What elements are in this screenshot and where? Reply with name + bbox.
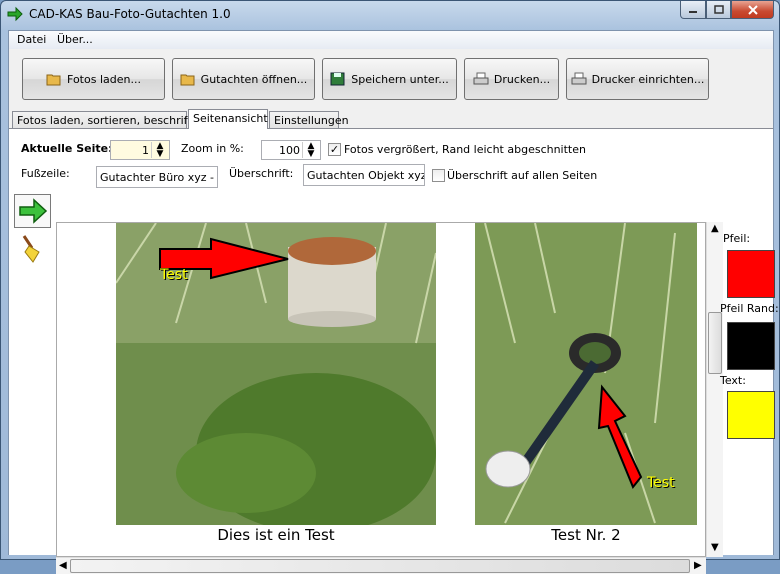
aktuelle-seite-spinner[interactable]: 1 ▲ ▼ bbox=[110, 140, 170, 160]
pfeil-label: Pfeil: bbox=[723, 232, 751, 245]
text-color-swatch[interactable] bbox=[727, 391, 775, 439]
window-title: CAD-KAS Bau-Foto-Gutachten 1.0 bbox=[29, 7, 231, 21]
pfeil-rand-label: Pfeil Rand: bbox=[720, 302, 779, 315]
speichern-unter-label: Speichern unter... bbox=[351, 72, 449, 86]
text-color-label: Text: bbox=[720, 374, 746, 387]
minimize-button[interactable] bbox=[680, 1, 706, 19]
client-area: Datei Über... Fotos laden... Gutachten ö… bbox=[8, 30, 779, 574]
page-preview[interactable]: Test Dies ist ein Test Test Test Nr. 2 bbox=[56, 222, 706, 557]
vertical-scrollbar[interactable]: ▲ ▼ bbox=[706, 222, 723, 557]
maximize-icon bbox=[713, 5, 724, 14]
ueberschrift-label: Überschrift: bbox=[229, 167, 294, 180]
photo-1-caption: Dies ist ein Test bbox=[217, 526, 335, 544]
drucken-label: Drucken... bbox=[493, 72, 551, 86]
photo-1-annotation: Test bbox=[160, 267, 188, 283]
seitenansicht-panel: Aktuelle Seite: 1 ▲ ▼ Zoom in %: 100 ▲ ▼ ✓… bbox=[9, 128, 779, 574]
broom-tool-button[interactable] bbox=[14, 232, 51, 266]
arrow-tool-button[interactable] bbox=[14, 194, 51, 228]
photo-2[interactable]: Test bbox=[475, 223, 697, 525]
photo-2-annotation: Test bbox=[647, 475, 675, 491]
zoom-value: 100 bbox=[279, 144, 300, 157]
save-icon bbox=[330, 72, 345, 86]
pfeil-rand-color-swatch[interactable] bbox=[727, 322, 775, 370]
fotos-vergroessert-checkbox[interactable]: ✓ bbox=[328, 143, 341, 156]
broom-icon bbox=[22, 235, 40, 263]
arrow-tool-icon bbox=[18, 198, 47, 224]
photo-1[interactable]: Test bbox=[116, 223, 436, 525]
printer-icon bbox=[473, 72, 489, 85]
photo-2-caption: Test Nr. 2 bbox=[551, 526, 621, 544]
vertical-scroll-thumb[interactable] bbox=[708, 312, 722, 374]
close-button[interactable] bbox=[731, 1, 774, 19]
spinner-arrows-icon[interactable]: ▲ ▼ bbox=[151, 142, 168, 159]
fotos-vergroessert-label: Fotos vergrößert, Rand leicht abgeschnit… bbox=[344, 143, 586, 156]
tab-seitenansicht[interactable]: Seitenansicht bbox=[188, 109, 268, 129]
tab-einstellungen[interactable]: Einstellungen bbox=[269, 111, 349, 128]
folder-icon bbox=[180, 74, 195, 86]
ueberschrift-alle-checkbox[interactable] bbox=[432, 169, 445, 182]
spinner-arrows-icon[interactable]: ▲ ▼ bbox=[302, 142, 319, 159]
aktuelle-seite-value: 1 bbox=[142, 144, 149, 157]
zoom-label: Zoom in %: bbox=[181, 142, 244, 155]
ueberschrift-alle-label: Überschrift auf allen Seiten bbox=[447, 169, 598, 182]
fusszeile-input[interactable]: Gutachter Büro xyz - Se bbox=[96, 166, 218, 188]
drucker-einrichten-label: Drucker einrichten... bbox=[591, 72, 705, 86]
scroll-down-icon[interactable]: ▼ bbox=[711, 542, 719, 553]
speichern-unter-button[interactable]: Speichern unter... bbox=[322, 58, 457, 100]
drucken-button[interactable]: Drucken... bbox=[464, 58, 559, 100]
gutachten-oeffnen-button[interactable]: Gutachten öffnen... bbox=[172, 58, 315, 100]
fotos-laden-label: Fotos laden... bbox=[67, 72, 141, 86]
menu-bar: Datei Über... bbox=[9, 31, 773, 49]
aktuelle-seite-label: Aktuelle Seite: bbox=[21, 142, 113, 155]
title-bar[interactable]: CAD-KAS Bau-Foto-Gutachten 1.0 bbox=[1, 1, 779, 29]
folder-icon bbox=[46, 74, 61, 86]
app-window: CAD-KAS Bau-Foto-Gutachten 1.0 Datei Übe… bbox=[0, 0, 780, 574]
zoom-spinner[interactable]: 100 ▲ ▼ bbox=[261, 140, 321, 160]
pfeil-color-swatch[interactable] bbox=[727, 250, 775, 298]
scroll-left-icon[interactable]: ◀ bbox=[59, 560, 67, 571]
ueberschrift-input[interactable]: Gutachten Objekt xyz bbox=[303, 164, 425, 186]
horizontal-scroll-thumb[interactable] bbox=[70, 559, 690, 573]
maximize-button[interactable] bbox=[706, 1, 731, 19]
printer-icon bbox=[571, 72, 587, 85]
menu-datei[interactable]: Datei bbox=[17, 33, 46, 46]
drucker-einrichten-button[interactable]: Drucker einrichten... bbox=[566, 58, 709, 100]
scroll-right-icon[interactable]: ▶ bbox=[694, 560, 702, 571]
app-arrow-icon bbox=[7, 6, 23, 22]
fotos-laden-button[interactable]: Fotos laden... bbox=[22, 58, 165, 100]
fusszeile-label: Fußzeile: bbox=[21, 167, 70, 180]
close-icon bbox=[747, 4, 758, 15]
tab-strip: Fotos laden, sortieren, beschriften Seit… bbox=[9, 109, 773, 129]
tab-fotos-laden[interactable]: Fotos laden, sortieren, beschriften bbox=[12, 111, 205, 128]
scroll-up-icon[interactable]: ▲ bbox=[711, 223, 719, 234]
menu-ueber[interactable]: Über... bbox=[57, 33, 93, 46]
minimize-icon bbox=[689, 10, 697, 13]
gutachten-oeffnen-label: Gutachten öffnen... bbox=[200, 72, 308, 86]
